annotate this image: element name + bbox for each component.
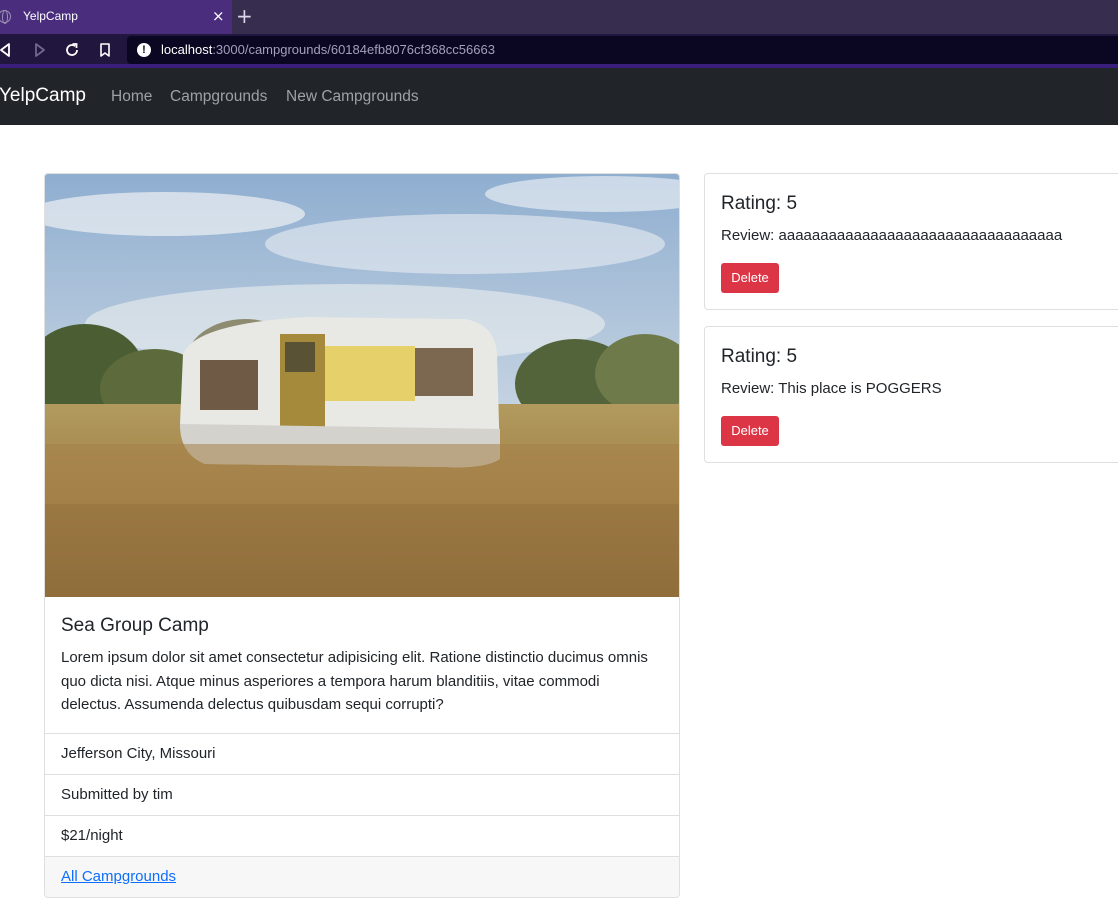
delete-review-button[interactable]: Delete <box>721 263 779 293</box>
review-text: Review: aaaaaaaaaaaaaaaaaaaaaaaaaaaaaaaa… <box>721 227 1063 244</box>
close-tab-icon[interactable]: × <box>212 7 225 25</box>
campground-card: Sea Group Camp Lorem ipsum dolor sit ame… <box>44 173 680 898</box>
new-tab-icon[interactable]: + <box>236 5 253 27</box>
campground-price: $21/night <box>61 827 123 844</box>
reload-icon[interactable] <box>63 41 81 59</box>
forward-icon[interactable] <box>31 41 49 59</box>
app-navbar: YelpCamp Home Campgrounds New Campground… <box>0 68 1118 125</box>
brand-link[interactable]: YelpCamp <box>0 85 86 107</box>
browser-tab[interactable]: YelpCamp × <box>0 0 232 34</box>
review-card: Rating: 5 Review: This place is POGGERS … <box>704 326 1118 463</box>
campground-image <box>45 174 679 597</box>
review-rating: Rating: 5 <box>721 346 798 367</box>
campground-card-body: Sea Group Camp Lorem ipsum dolor sit ame… <box>45 597 679 734</box>
bookmark-icon[interactable] <box>96 41 114 59</box>
campground-location-item: Jefferson City, Missouri <box>45 734 679 775</box>
url-host: localhost <box>161 42 213 57</box>
nav-link-campgrounds[interactable]: Campgrounds <box>170 88 267 106</box>
url-path: :3000/campgrounds/60184efb8076cf368cc566… <box>212 42 495 57</box>
browser-tab-bar: YelpCamp × + <box>0 0 1118 34</box>
campground-description: Lorem ipsum dolor sit amet consectetur a… <box>61 649 648 713</box>
back-icon[interactable] <box>0 41 14 59</box>
campground-author: Submitted by tim <box>61 786 173 803</box>
nav-link-new-campgrounds[interactable]: New Campgrounds <box>286 88 419 106</box>
delete-review-button[interactable]: Delete <box>721 416 779 446</box>
campground-author-item: Submitted by tim <box>45 775 679 816</box>
info-icon[interactable]: ! <box>137 43 151 57</box>
review-rating: Rating: 5 <box>721 193 798 214</box>
url-text: localhost:3000/campgrounds/60184efb8076c… <box>161 42 495 57</box>
campground-title: Sea Group Camp <box>61 615 209 636</box>
campground-location: Jefferson City, Missouri <box>61 745 216 762</box>
address-bar[interactable]: ! localhost:3000/campgrounds/60184efb807… <box>127 36 1118 64</box>
review-card: Rating: 5 Review: aaaaaaaaaaaaaaaaaaaaaa… <box>704 173 1118 310</box>
tab-title: YelpCamp <box>23 9 78 23</box>
campground-card-footer: All Campgrounds <box>45 857 679 897</box>
review-text: Review: This place is POGGERS <box>721 380 942 397</box>
campground-price-item: $21/night <box>45 816 679 857</box>
globe-icon <box>0 10 11 24</box>
nav-link-home[interactable]: Home <box>111 88 152 106</box>
all-campgrounds-link[interactable]: All Campgrounds <box>61 868 176 885</box>
